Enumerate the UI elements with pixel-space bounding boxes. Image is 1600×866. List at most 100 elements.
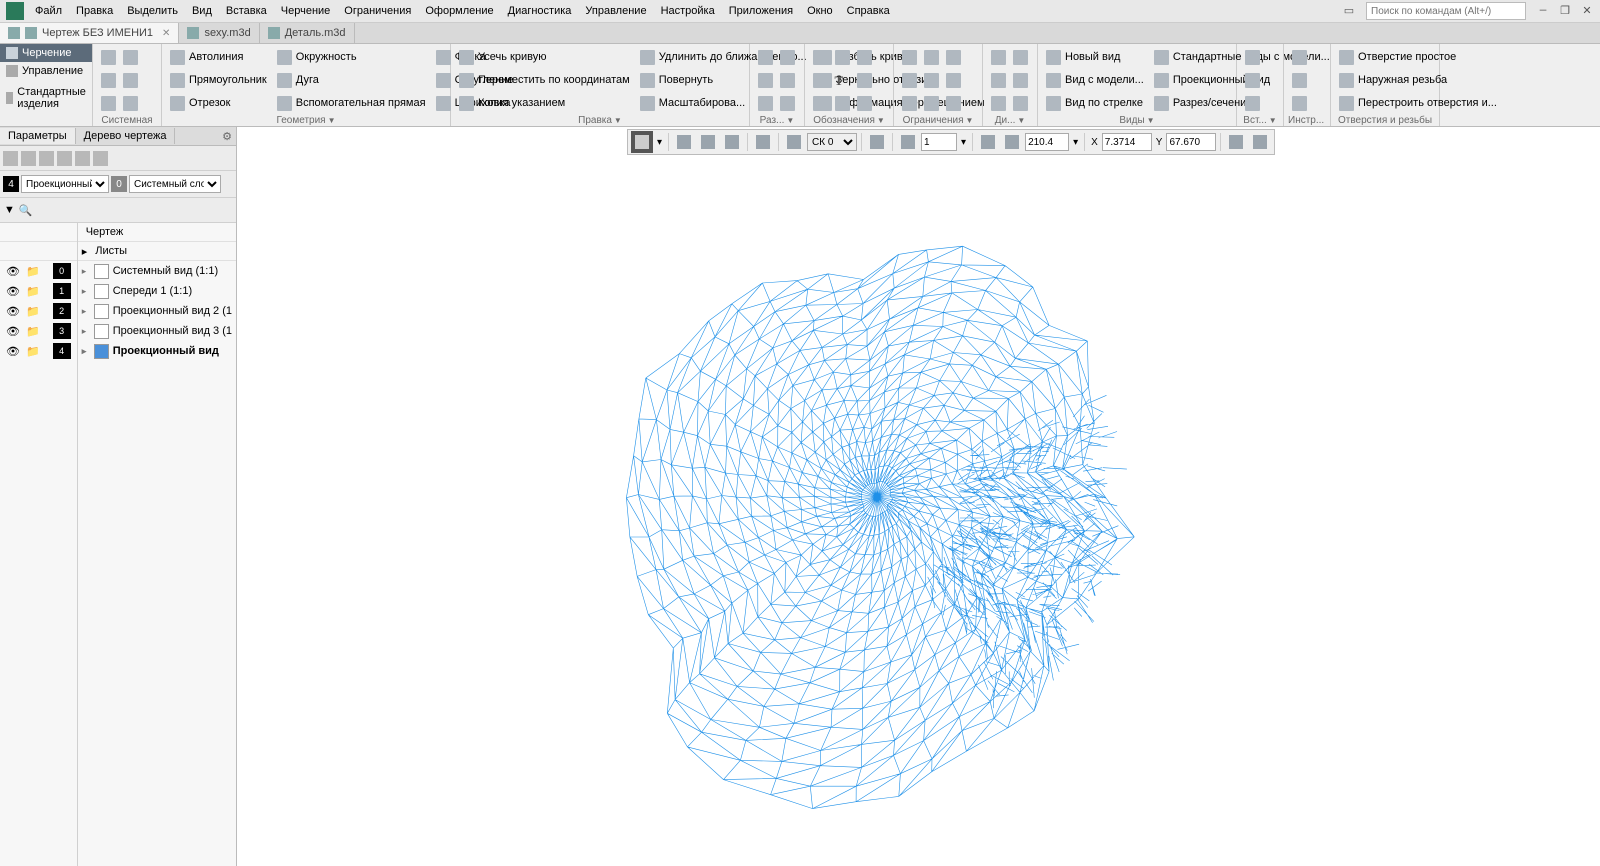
d6-button[interactable] [1009,92,1031,114]
copy-button[interactable]: Копия указанием [455,92,634,114]
ucs-select[interactable]: СК 0 [807,133,857,151]
menu-edit[interactable]: Правка [69,2,120,20]
auxline-button[interactable]: Вспомогательная прямая [273,92,430,114]
menu-select[interactable]: Выделить [120,2,185,20]
ortho-button[interactable] [866,131,888,153]
misc2-button[interactable] [1249,131,1271,153]
tb5-icon[interactable] [75,151,90,166]
snap2-button[interactable] [697,131,719,153]
undo-button[interactable] [97,92,119,114]
snap3-button[interactable] [721,131,743,153]
drawing-canvas[interactable]: ▾ СК 0 ▾ ▾ X Y [237,127,1600,866]
zoom-input[interactable] [1025,133,1069,151]
dim2-button[interactable] [776,46,798,68]
menu-diag[interactable]: Диагностика [501,2,579,20]
eye-icon[interactable]: 👁 [6,305,18,317]
menu-help[interactable]: Справка [840,2,897,20]
ins2-button[interactable] [1241,69,1263,91]
eye-icon[interactable]: 👁 [6,265,18,277]
zoom-button[interactable] [1001,131,1023,153]
tree-item-4[interactable]: ▸Проекционный вид [78,341,236,361]
menu-insert[interactable]: Вставка [219,2,274,20]
d1-button[interactable] [987,46,1009,68]
thread-button[interactable]: Наружная резьба [1335,69,1501,91]
menu-file[interactable]: Файл [28,2,69,20]
x-input[interactable] [1102,133,1152,151]
ucs-button[interactable] [783,131,805,153]
autoline-button[interactable]: Автолиния [166,46,271,68]
circle-button[interactable]: Окружность [273,46,430,68]
n2-button[interactable] [831,46,853,68]
tab-detail[interactable]: Деталь.m3d [260,23,355,43]
tb3-icon[interactable] [39,151,54,166]
lock-icon[interactable]: 📁 [26,345,38,357]
c9-button[interactable] [942,92,964,114]
dim5-button[interactable] [754,92,776,114]
ins1-button[interactable] [1241,46,1263,68]
n8-button[interactable] [831,92,853,114]
command-search-input[interactable] [1366,2,1526,20]
filter-icon[interactable]: ▼ [4,204,15,216]
hole-button[interactable]: Отверстие простое [1335,46,1501,68]
tree-item-2[interactable]: ▸Проекционный вид 2 (1 [78,301,236,321]
ins3-button[interactable] [1241,92,1263,114]
newview-button[interactable]: Новый вид [1042,46,1148,68]
t3-button[interactable] [1288,92,1310,114]
gear-icon[interactable]: ⚙ [218,130,236,143]
d4-button[interactable] [1009,69,1031,91]
tb6-icon[interactable] [93,151,108,166]
n7-button[interactable] [809,92,831,114]
y-input[interactable] [1166,133,1216,151]
minimize-button[interactable]: — [1532,2,1554,20]
n3-button[interactable] [853,46,875,68]
step-button[interactable] [897,131,919,153]
search-icon[interactable]: 🔍 [19,204,33,217]
modelview-button[interactable]: Вид с модели... [1042,69,1148,91]
redo-button[interactable] [119,92,141,114]
tree-item-0[interactable]: ▸Системный вид (1:1) [78,261,236,281]
dim1-button[interactable] [754,46,776,68]
menu-apps[interactable]: Приложения [722,2,800,20]
tree-sheets[interactable]: ▸Листы [78,242,236,261]
new-button[interactable] [97,46,119,68]
menu-constr[interactable]: Ограничения [337,2,418,20]
menu-format[interactable]: Оформление [418,2,500,20]
tb1-icon[interactable] [3,151,18,166]
n6-button[interactable] [853,69,875,91]
tree-item-3[interactable]: ▸Проекционный вид 3 (1 [78,321,236,341]
open-button[interactable] [119,46,141,68]
view-select[interactable]: Проекционный... [21,175,109,193]
t2-button[interactable] [1288,69,1310,91]
c6-button[interactable] [942,69,964,91]
c4-button[interactable] [898,69,920,91]
trim-button[interactable]: Усечь кривую [455,46,634,68]
print-button[interactable] [119,69,141,91]
dim4-button[interactable] [776,69,798,91]
arc-button[interactable]: Дуга [273,69,430,91]
n9-button[interactable] [853,92,875,114]
tree-item-1[interactable]: ▸Спереди 1 (1:1) [78,281,236,301]
zoomfit-button[interactable] [977,131,999,153]
step-input[interactable] [921,133,957,151]
tab-sexy[interactable]: sexy.m3d [179,23,259,43]
tree-root[interactable]: Чертеж [78,223,236,242]
c8-button[interactable] [920,92,942,114]
menu-setup[interactable]: Настройка [654,2,722,20]
ribbon-mode-std[interactable]: Стандартные изделия [0,80,92,116]
c5-button[interactable] [920,69,942,91]
tb4-icon[interactable] [57,151,72,166]
c7-button[interactable] [898,92,920,114]
lock-icon[interactable]: 📁 [26,325,38,337]
c2-button[interactable] [920,46,942,68]
eye-icon[interactable]: 👁 [6,285,18,297]
menu-draw[interactable]: Черчение [274,2,338,20]
eye-icon[interactable]: 👁 [6,345,18,357]
menu-view[interactable]: Вид [185,2,219,20]
panel-params[interactable]: Параметры [0,128,76,144]
style-button[interactable] [631,131,653,153]
menu-manage[interactable]: Управление [578,2,653,20]
eye-icon[interactable]: 👁 [6,325,18,337]
rebuild-button[interactable]: Перестроить отверстия и... [1335,92,1501,114]
lock-icon[interactable]: 📁 [26,285,38,297]
c3-button[interactable] [942,46,964,68]
